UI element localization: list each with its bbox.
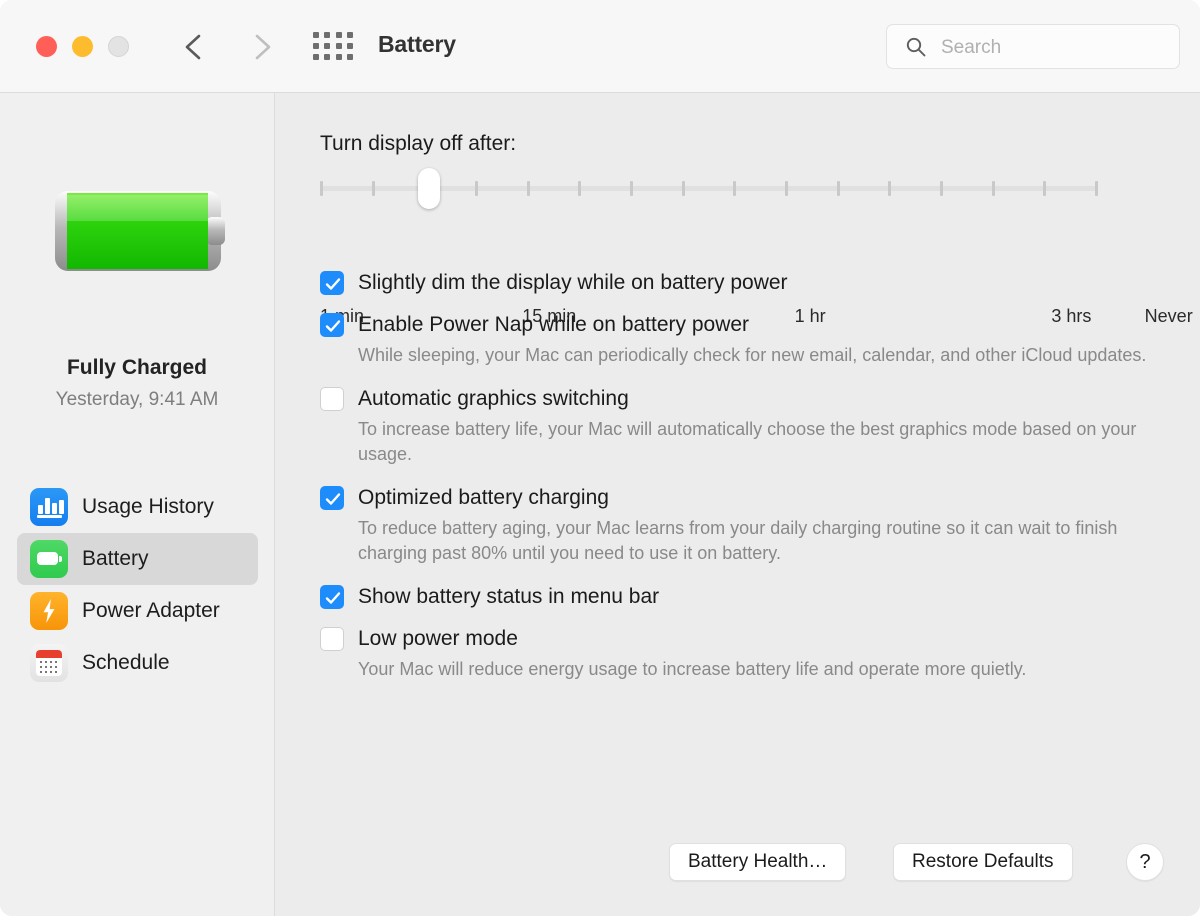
chevron-left-icon[interactable] (175, 28, 213, 66)
slider-tick (1095, 181, 1098, 196)
sidebar-item-label: Battery (82, 547, 149, 570)
display-sleep-label: Turn display off after: (320, 132, 517, 155)
slider-tick (371, 181, 375, 196)
chevron-right-icon[interactable] (243, 28, 281, 66)
checkbox-power-nap[interactable] (320, 313, 344, 337)
calendar-icon (30, 644, 68, 682)
sidebar-item-battery[interactable]: Battery (17, 533, 258, 585)
slider-tick (681, 181, 685, 196)
help-button[interactable]: ? (1126, 843, 1164, 881)
slider-thumb[interactable] (417, 168, 440, 209)
option-row-dim-display[interactable]: Slightly dim the display while on batter… (320, 268, 1180, 298)
option-help-text: To increase battery life, your Mac will … (358, 419, 1137, 464)
close-window-button[interactable] (36, 36, 57, 57)
slider-tick (888, 181, 892, 196)
sidebar: Fully Charged Yesterday, 9:41 AM Usage H… (0, 93, 275, 916)
restore-defaults-button[interactable]: Restore Defaults (893, 843, 1073, 881)
option-help-text: While sleeping, your Mac can periodicall… (358, 345, 1147, 365)
page-title: Battery (378, 31, 456, 57)
sidebar-item-label: Schedule (82, 651, 170, 674)
sidebar-item-usage-history[interactable]: Usage History (17, 481, 258, 533)
show-all-grid-icon[interactable] (313, 32, 355, 62)
slider-tick (836, 181, 840, 196)
battery-full-green-icon (51, 185, 229, 277)
option-row-menu-bar-status[interactable]: Show battery status in menu bar (320, 582, 1180, 612)
footer-actions: Battery Health… Restore Defaults ? (276, 828, 1200, 916)
option-help-text: Your Mac will reduce energy usage to inc… (358, 659, 1027, 679)
system-preferences-window: Battery Search Fully Charged Yesterday, … (0, 0, 1200, 916)
battery-status-timestamp: Yesterday, 9:41 AM (55, 389, 219, 410)
slider-tick (526, 181, 530, 196)
checkbox-optimized-charging[interactable] (320, 486, 344, 510)
slider-tick (733, 181, 737, 196)
search-icon (905, 36, 927, 58)
main-content: Turn display off after: 1 min15 min1 hr3… (276, 93, 1200, 916)
slider-tick (578, 181, 582, 196)
slider-tick (475, 181, 478, 196)
checkbox-low-power-mode[interactable] (320, 627, 344, 651)
sidebar-list: Usage History Battery Power Adapter Sche… (17, 481, 258, 689)
battery-status-title: Fully Charged (66, 356, 208, 379)
checkbox-menu-bar-status[interactable] (320, 585, 344, 609)
display-sleep-slider[interactable]: 1 min15 min1 hr3 hrsNever (320, 168, 1193, 326)
option-help-text: To reduce battery aging, your Mac learns… (358, 518, 1118, 563)
slider-tick (991, 181, 995, 196)
option-label: Enable Power Nap while on battery power (358, 313, 750, 336)
slider-tick (940, 181, 943, 196)
option-label: Low power mode (358, 627, 518, 650)
sidebar-item-power-adapter[interactable]: Power Adapter (17, 585, 258, 637)
option-label: Slightly dim the display while on batter… (358, 271, 788, 294)
sidebar-item-schedule[interactable]: Schedule (17, 637, 258, 689)
option-label: Show battery status in menu bar (358, 585, 660, 608)
battery-icon (30, 540, 68, 578)
sidebar-item-label: Usage History (82, 495, 214, 518)
title-bar: Battery (0, 0, 1200, 93)
minimize-window-button[interactable] (72, 36, 93, 57)
option-row-low-power-mode[interactable]: Low power mode (320, 624, 1180, 654)
checkbox-dim-display[interactable] (320, 271, 344, 295)
battery-health-button[interactable]: Battery Health… (669, 843, 847, 881)
chart-bar-icon (30, 488, 68, 526)
option-label: Automatic graphics switching (358, 387, 629, 410)
sidebar-item-label: Power Adapter (82, 599, 220, 622)
option-row-optimized-charging[interactable]: Optimized battery charging (320, 483, 1180, 513)
zoom-window-button[interactable] (108, 36, 129, 57)
search-input[interactable] (939, 25, 1173, 70)
search-field[interactable] (886, 24, 1180, 70)
option-label: Optimized battery charging (358, 486, 609, 509)
slider-tick (1043, 181, 1047, 196)
checkbox-graphics-switching[interactable] (320, 387, 344, 411)
slider-tick (630, 181, 633, 196)
slider-tick (320, 181, 323, 196)
option-row-graphics-switching[interactable]: Automatic graphics switching (320, 384, 1180, 414)
bolt-icon (30, 592, 68, 630)
battery-options-list: Slightly dim the display while on batter… (320, 268, 1180, 682)
option-row-power-nap[interactable]: Enable Power Nap while on battery power (320, 310, 1180, 340)
slider-tick (785, 181, 788, 196)
